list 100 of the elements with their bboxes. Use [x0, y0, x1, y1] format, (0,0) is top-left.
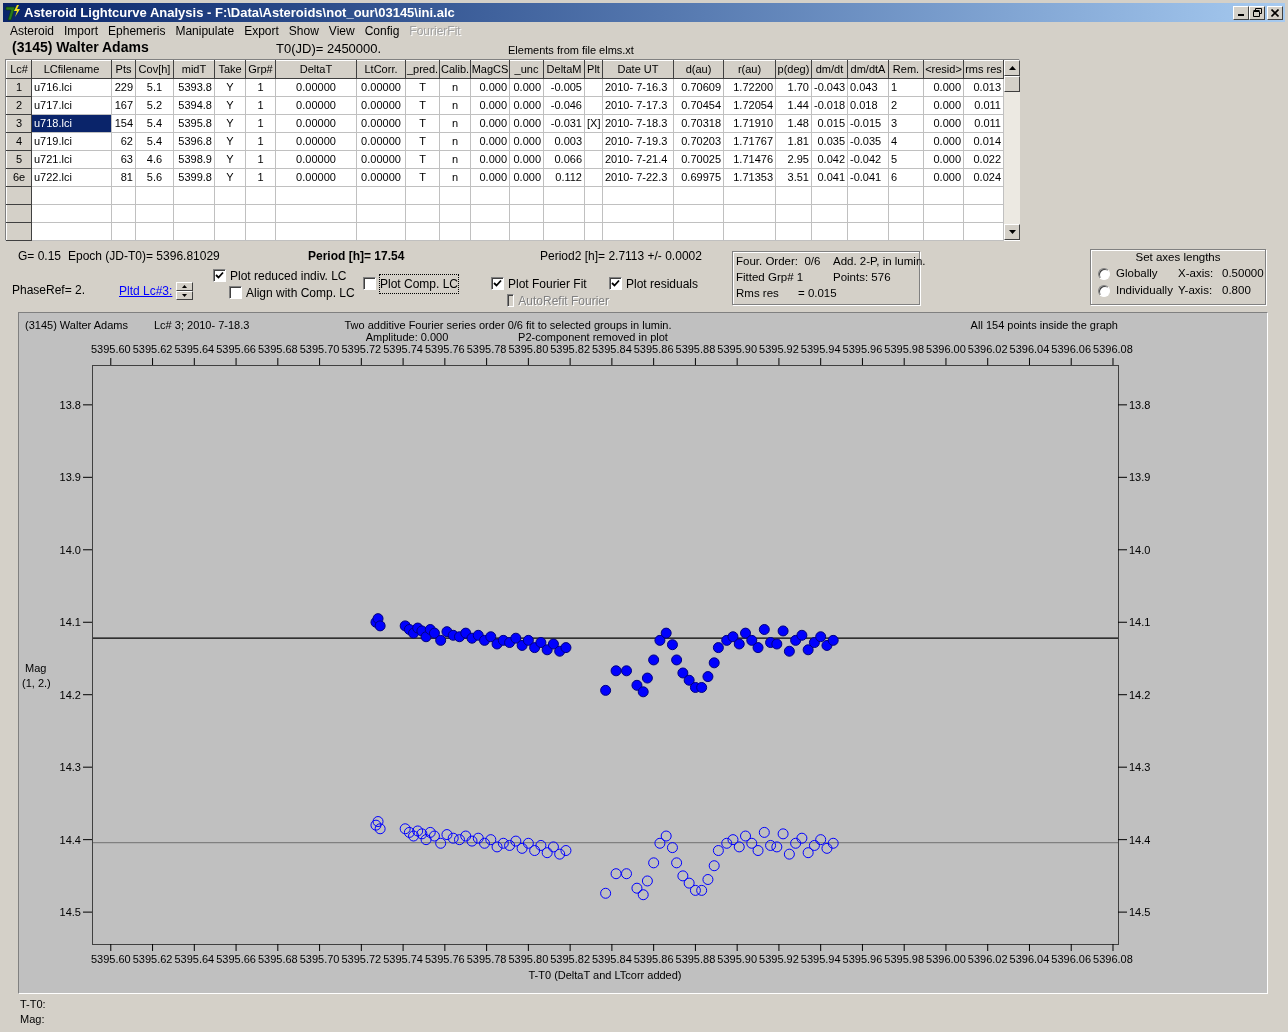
table-cell: 5.1: [135, 78, 174, 97]
column-header[interactable]: LtCorr.: [356, 60, 406, 79]
tick-label: 5395.72: [341, 953, 382, 965]
column-header[interactable]: dm/dt: [811, 60, 848, 79]
tick-label: 14.0: [59, 543, 81, 556]
checkbox[interactable]: [609, 277, 622, 290]
table-cell: 2.95: [775, 150, 812, 169]
scrollbar-thumb[interactable]: [1004, 76, 1020, 92]
column-header[interactable]: Cov[h]: [135, 60, 174, 79]
column-header[interactable]: Lc#: [6, 60, 32, 79]
menu-item[interactable]: Ephemeris: [103, 22, 171, 40]
column-header[interactable]: DeltaM: [543, 60, 585, 79]
close-icon: [1271, 8, 1279, 17]
table-cell: 2010- 7-16.3: [602, 78, 674, 97]
radio-label[interactable]: Globally: [1116, 264, 1178, 283]
period-value: Period [h]= 17.54: [308, 248, 406, 265]
tick-label: 5395.92: [759, 343, 799, 355]
table-cell: -0.046: [543, 96, 585, 115]
tick-label: 13.9: [1129, 471, 1151, 484]
column-header[interactable]: p(deg): [775, 60, 812, 79]
p2-note: P2-component removed in plot: [518, 331, 668, 343]
checkbox[interactable]: [491, 277, 504, 290]
tick-label: 5395.66: [216, 953, 256, 965]
table-cell: 4: [888, 132, 924, 151]
tick-label: 5395.96: [842, 953, 883, 965]
table-cell: 1: [245, 150, 276, 169]
vertical-scrollbar[interactable]: [1004, 60, 1020, 240]
tick-label: 5395.84: [592, 953, 632, 965]
table-cell: 0.69975: [673, 168, 724, 187]
menu-item[interactable]: Show: [283, 22, 324, 40]
checkbox[interactable]: [363, 277, 376, 290]
table-cell: 0.00000: [356, 168, 406, 187]
checkbox[interactable]: [213, 269, 226, 282]
checkbox-label[interactable]: Plot reduced indiv. LC: [230, 266, 347, 285]
checkbox-label[interactable]: Plot Comp. LC: [380, 274, 459, 293]
tick-label: 5395.96: [842, 343, 883, 355]
menu-item[interactable]: Config: [359, 22, 405, 40]
table-cell: n: [439, 132, 471, 151]
column-header[interactable]: _unc: [509, 60, 544, 79]
table-cell: n: [439, 150, 471, 169]
checkbox[interactable]: [229, 286, 242, 299]
cursor-mag-label: Mag:: [20, 1012, 45, 1027]
column-header[interactable]: MagCS: [470, 60, 510, 79]
spin-up-button[interactable]: [176, 282, 194, 291]
close-button[interactable]: [1267, 5, 1283, 20]
minimize-button[interactable]: [1233, 5, 1249, 20]
menu-item[interactable]: View: [323, 22, 360, 40]
column-header[interactable]: midT: [173, 60, 215, 79]
column-header[interactable]: Take: [214, 60, 246, 79]
tick-label: 5395.66: [216, 343, 256, 355]
column-header[interactable]: <resid>: [923, 60, 964, 79]
table-cell: 0.00000: [356, 114, 406, 133]
table-cell: 1.72054: [723, 96, 776, 115]
table-cell: 4.6: [135, 150, 174, 169]
cursor-time-label: T-T0:: [20, 997, 46, 1012]
table-cell: 5.4: [135, 114, 174, 133]
tick-label: 14.4: [1129, 833, 1151, 846]
menu-item[interactable]: Import: [59, 22, 104, 40]
column-header[interactable]: Pts: [111, 60, 136, 79]
fit-info-text: Points: 576: [833, 270, 892, 285]
checkbox-label[interactable]: Align with Comp. LC: [246, 283, 355, 302]
spin-down-button[interactable]: [176, 291, 194, 300]
asteroid-name: (3145) Walter Adams: [12, 38, 150, 57]
tick-label: 5396.08: [1093, 343, 1133, 355]
tick-label: 13.8: [59, 398, 81, 411]
tick-label: 5395.74: [383, 343, 423, 355]
column-header[interactable]: Date UT: [602, 60, 674, 79]
table-cell: 81: [111, 168, 136, 187]
column-header[interactable]: Grp#: [245, 60, 276, 79]
menu-item[interactable]: Manipulate: [170, 22, 240, 40]
tick-label: 5395.80: [508, 953, 549, 965]
tick-label: 5395.94: [800, 953, 841, 965]
table-cell: 0.000: [923, 114, 964, 133]
table-cell: 0.013: [963, 78, 1004, 97]
radio-label[interactable]: Individually: [1116, 281, 1178, 300]
column-header[interactable]: rms res: [963, 60, 1004, 79]
checkbox-label[interactable]: Plot residuals: [626, 274, 699, 293]
tick-label: 14.3: [1129, 761, 1151, 774]
table-cell: 5.6: [135, 168, 174, 187]
up-arrow-icon: [1008, 66, 1016, 70]
plotted-lc-link[interactable]: Pltd Lc#3:: [119, 282, 173, 300]
menu-item[interactable]: Export: [239, 22, 284, 40]
restore-button[interactable]: [1249, 5, 1265, 20]
column-header[interactable]: DeltaT: [275, 60, 357, 79]
menu-item[interactable]: Asteroid: [5, 22, 60, 40]
table-cell: 0.066: [543, 150, 585, 169]
checkbox-label[interactable]: Plot Fourier Fit: [508, 274, 587, 293]
column-header[interactable]: LCfilename: [31, 60, 112, 79]
table-cell: 5395.8: [173, 114, 215, 133]
radio-button[interactable]: [1098, 284, 1110, 297]
table-cell: [X]: [584, 114, 603, 133]
column-header[interactable]: _pred.: [405, 60, 440, 79]
column-header[interactable]: dm/dtA: [847, 60, 889, 79]
column-header[interactable]: Calib.: [439, 60, 471, 79]
table-cell: 0.000: [923, 96, 964, 115]
column-header[interactable]: d(au): [673, 60, 724, 79]
column-header[interactable]: Rem.: [888, 60, 924, 79]
column-header[interactable]: r(au): [723, 60, 776, 79]
table-cell: 0.112: [543, 168, 585, 187]
table-cell: 154: [111, 114, 136, 133]
